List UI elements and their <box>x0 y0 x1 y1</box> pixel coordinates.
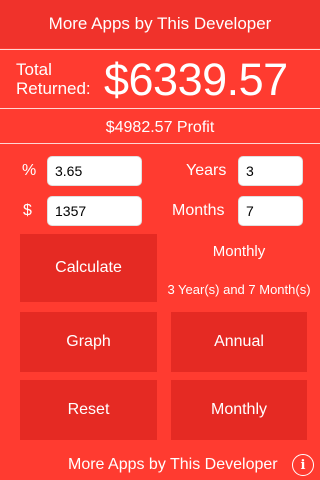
divider <box>0 143 320 144</box>
total-returned-value: $6339.57 <box>104 54 288 105</box>
compounding-mode-text: Monthly <box>212 243 266 260</box>
info-icon[interactable]: i <box>292 454 314 476</box>
rate-label: % <box>22 162 37 179</box>
monthly-label: Monthly <box>210 401 268 418</box>
principal-label: $ <box>23 202 32 219</box>
reset-button[interactable]: Reset <box>20 380 157 440</box>
months-label: Months <box>172 202 225 219</box>
calculate-button[interactable]: Calculate <box>20 234 157 302</box>
more-apps-footer-link[interactable]: More Apps by This Developer <box>68 456 278 474</box>
duration-text: 3 Year(s) and 7 Month(s) <box>167 282 311 297</box>
reset-label: Reset <box>67 401 110 418</box>
years-input[interactable]: 3 <box>238 156 303 186</box>
graph-label: Graph <box>66 333 111 350</box>
profit-text: $4982.57 Profit <box>105 119 215 136</box>
footer: More Apps by This Developer i <box>0 454 320 476</box>
total-returned-panel: Total Returned: $6339.57 <box>0 49 320 109</box>
rate-input[interactable]: 3.65 <box>47 156 142 186</box>
calculate-label: Calculate <box>55 259 122 276</box>
header-title: More Apps by This Developer <box>48 14 272 33</box>
monthly-button[interactable]: Monthly <box>171 380 307 440</box>
more-apps-header-button[interactable]: More Apps by This Developer <box>0 0 320 48</box>
months-input[interactable]: 7 <box>238 196 303 226</box>
principal-input[interactable]: 1357 <box>47 196 142 226</box>
graph-button[interactable]: Graph <box>20 312 157 372</box>
annual-button[interactable]: Annual <box>171 312 307 372</box>
total-returned-label: Total Returned: <box>16 60 91 98</box>
years-label: Years <box>186 162 227 179</box>
annual-label: Annual <box>214 333 264 350</box>
